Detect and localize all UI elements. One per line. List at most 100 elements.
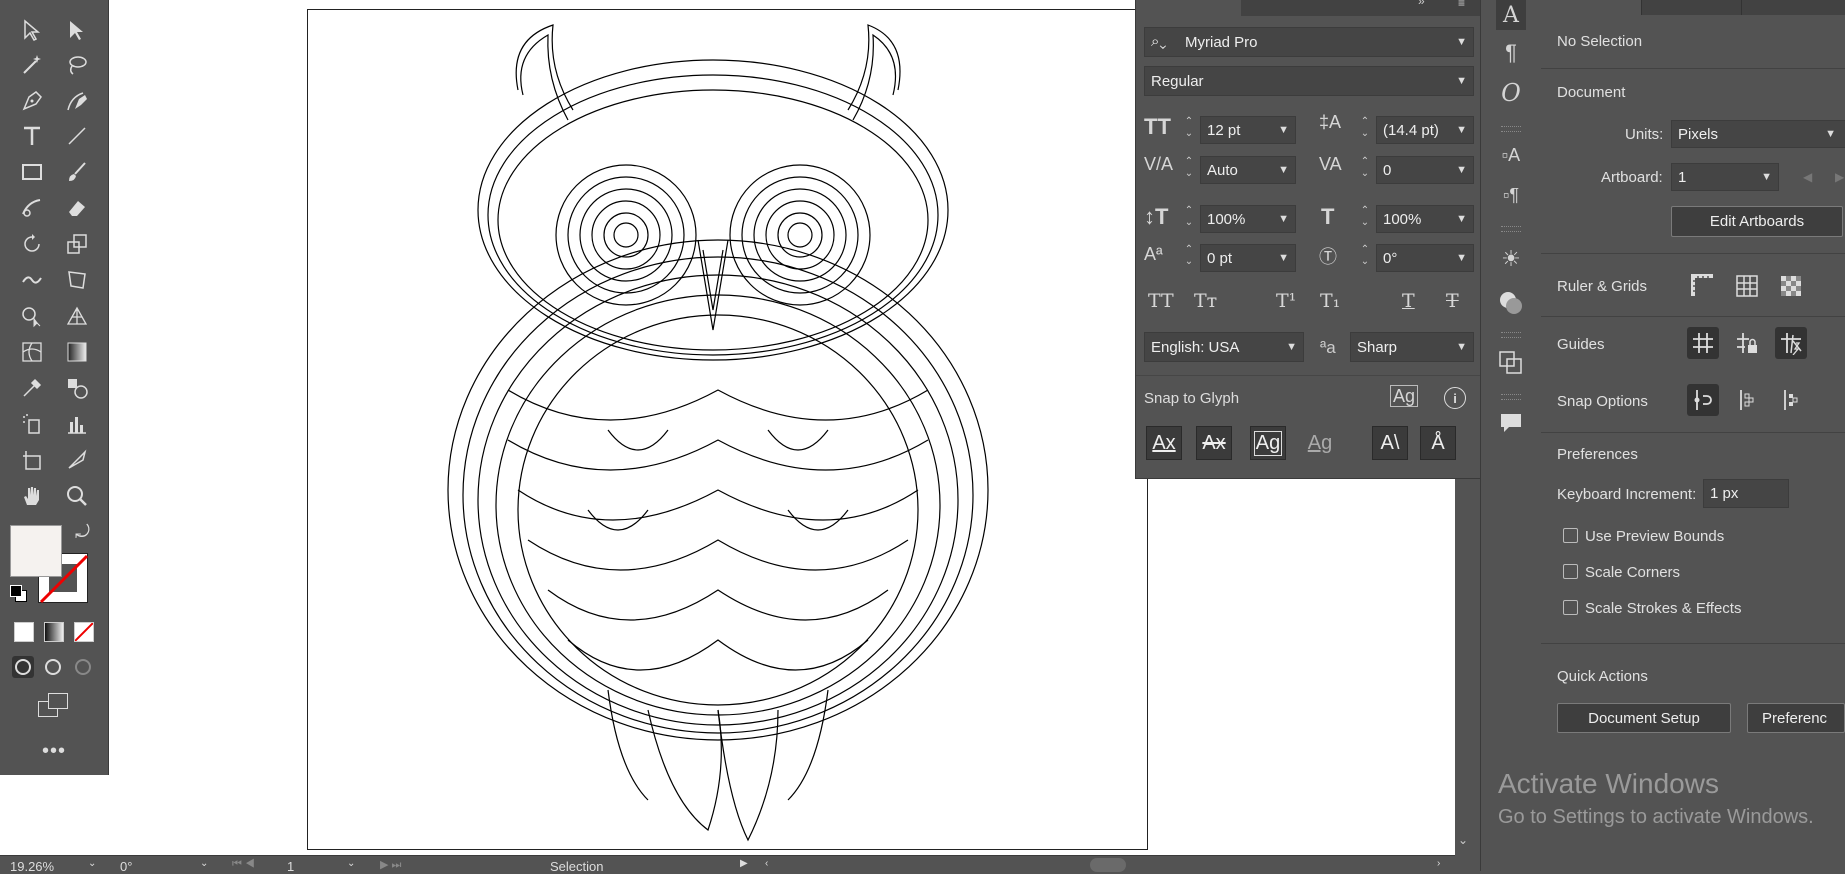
vertical-scale-field[interactable]: 100% ▼ — [1200, 205, 1296, 233]
type-tool-icon[interactable] — [17, 121, 47, 151]
scale-strokes-checkbox[interactable] — [1563, 600, 1578, 615]
font-family-field[interactable]: ⌕⌄ Myriad Pro ▼ — [1144, 27, 1474, 57]
smart-guides-icon[interactable] — [1775, 327, 1807, 359]
edit-artboards-button[interactable]: Edit Artboards — [1671, 206, 1843, 237]
rotate-tool-icon[interactable] — [17, 229, 47, 259]
chevron-down-icon[interactable]: ▼ — [1278, 252, 1289, 264]
artboard-tool-icon[interactable] — [17, 445, 47, 475]
tracking-stepper[interactable]: ⌃ ⌄ — [1358, 156, 1372, 184]
snap-glyph-bounds-button[interactable]: Ag — [1250, 426, 1286, 460]
small-caps-icon[interactable]: Tт — [1194, 290, 1217, 312]
eyedropper-tool-icon[interactable] — [17, 373, 47, 403]
scroll-right-icon[interactable]: › — [1437, 858, 1440, 869]
opentype-panel-icon[interactable]: O — [1496, 78, 1526, 108]
eraser-tool-icon[interactable] — [62, 193, 92, 223]
pathfinder-panel-icon[interactable] — [1496, 348, 1526, 378]
swap-fill-stroke-icon[interactable]: ⤾ — [75, 522, 90, 543]
baseline-shift-field[interactable]: 0 pt ▼ — [1200, 244, 1296, 272]
character-rotation-field[interactable]: 0° ▼ — [1376, 244, 1474, 272]
snap-anchor-button[interactable]: Å — [1420, 426, 1456, 460]
chevron-down-icon[interactable]: ▼ — [1456, 164, 1467, 176]
hand-tool-icon[interactable] — [17, 481, 47, 511]
baseline-shift-stepper[interactable]: ⌃ ⌄ — [1182, 244, 1196, 272]
preferences-button[interactable]: Preferenc — [1747, 703, 1845, 733]
glyph-options-icon[interactable]: Ag — [1390, 385, 1419, 407]
comments-panel-icon[interactable] — [1496, 408, 1526, 438]
snap-to-glyph-icon[interactable] — [1775, 384, 1807, 416]
default-fill-stroke-icon[interactable] — [10, 585, 27, 602]
underline-icon[interactable]: T — [1402, 290, 1415, 312]
snap-baseline-button[interactable]: Ax — [1146, 426, 1182, 460]
rotation-value[interactable]: 0° — [120, 859, 132, 874]
column-graph-tool-icon[interactable] — [62, 409, 92, 439]
artboard[interactable] — [307, 9, 1148, 850]
first-artboard-icon[interactable]: ⏮ ◀ — [232, 858, 255, 871]
transparency-panel-icon[interactable] — [1496, 288, 1526, 318]
appearance-panel-icon[interactable]: ☀ — [1496, 244, 1526, 274]
lasso-tool-icon[interactable] — [62, 50, 92, 80]
paintbrush-tool-icon[interactable] — [62, 157, 92, 187]
snap-proximity-button[interactable]: Ag — [1302, 426, 1338, 460]
shaper-tool-icon[interactable] — [17, 193, 47, 223]
previous-artboard-icon[interactable]: ◀ — [1803, 170, 1812, 184]
leading-field[interactable]: (14.4 pt) ▼ — [1376, 116, 1474, 144]
artboard-number[interactable]: 1 — [287, 859, 294, 874]
status-menu-icon[interactable]: ▶ — [740, 858, 748, 869]
chevron-down-icon[interactable]: ▼ — [1456, 213, 1467, 225]
gradient-tool-icon[interactable] — [62, 337, 92, 367]
character-panel-icon[interactable]: A — [1496, 0, 1526, 30]
font-size-stepper[interactable]: ⌃ ⌄ — [1182, 116, 1196, 144]
guides-icon[interactable] — [1687, 327, 1719, 359]
symbol-sprayer-tool-icon[interactable] — [17, 409, 47, 439]
snap-x-height-button[interactable]: Ax — [1196, 426, 1232, 460]
chevron-down-icon[interactable]: ▼ — [1278, 124, 1289, 136]
chevron-down-icon[interactable]: ▼ — [1456, 75, 1467, 87]
draw-normal-icon[interactable] — [12, 656, 34, 678]
transparency-grid-icon[interactable] — [1775, 270, 1807, 302]
vertical-scale-stepper[interactable]: ⌃ ⌄ — [1182, 205, 1196, 233]
subscript-icon[interactable]: T₁ — [1320, 290, 1340, 312]
gradient-mode-icon[interactable] — [44, 622, 64, 642]
vertical-scroll-down-icon[interactable]: ⌄ — [1458, 833, 1468, 847]
line-segment-tool-icon[interactable] — [62, 121, 92, 151]
ruler-icon[interactable] — [1687, 270, 1719, 302]
chevron-down-icon[interactable]: ▼ — [1761, 171, 1772, 183]
chevron-down-icon[interactable]: ▼ — [1278, 213, 1289, 225]
draw-inside-icon[interactable] — [72, 656, 94, 678]
chevron-down-icon[interactable]: ▼ — [1278, 164, 1289, 176]
zoom-level[interactable]: 19.26% — [10, 859, 54, 874]
horizontal-scroll-thumb[interactable] — [1090, 858, 1126, 872]
selection-tool-icon[interactable] — [17, 15, 47, 45]
color-mode-icon[interactable] — [14, 622, 34, 642]
rectangle-tool-icon[interactable] — [17, 157, 47, 187]
zoom-tool-icon[interactable] — [62, 481, 92, 511]
perspective-grid-tool-icon[interactable] — [62, 301, 92, 331]
direct-selection-tool-icon[interactable] — [62, 15, 92, 45]
superscript-icon[interactable]: T¹ — [1276, 290, 1296, 312]
snap-to-point-icon[interactable] — [1687, 384, 1719, 416]
artboard-dropdown[interactable]: 1 ▼ — [1671, 163, 1779, 191]
document-setup-button[interactable]: Document Setup — [1557, 703, 1731, 733]
blend-tool-icon[interactable] — [62, 373, 92, 403]
screen-mode-icon[interactable] — [38, 693, 70, 717]
none-mode-icon[interactable] — [74, 622, 94, 642]
panel-overflow-icon[interactable]: » — [1418, 0, 1425, 8]
leading-stepper[interactable]: ⌃ ⌄ — [1358, 116, 1372, 144]
curvature-tool-icon[interactable] — [62, 86, 92, 116]
strikethrough-icon[interactable]: T — [1446, 290, 1459, 312]
character-styles-icon[interactable]: ▫A — [1496, 140, 1526, 170]
fill-swatch[interactable] — [10, 525, 62, 577]
width-tool-icon[interactable] — [17, 265, 47, 295]
panel-menu-icon[interactable]: ≡ — [1458, 0, 1465, 10]
scroll-left-icon[interactable]: ‹ — [765, 858, 768, 869]
artboard-dropdown-icon[interactable]: ⌄ — [347, 858, 355, 869]
grid-icon[interactable] — [1731, 270, 1763, 302]
paragraph-styles-icon[interactable]: ▫¶ — [1496, 180, 1526, 210]
character-rotation-stepper[interactable]: ⌃ ⌄ — [1358, 244, 1372, 272]
lock-guides-icon[interactable] — [1731, 327, 1763, 359]
shape-builder-tool-icon[interactable] — [17, 301, 47, 331]
use-preview-bounds-checkbox[interactable] — [1563, 528, 1578, 543]
more-tools-icon[interactable]: ••• — [42, 740, 66, 763]
chevron-down-icon[interactable]: ▼ — [1456, 341, 1467, 353]
chevron-down-icon[interactable]: ▼ — [1825, 128, 1836, 140]
